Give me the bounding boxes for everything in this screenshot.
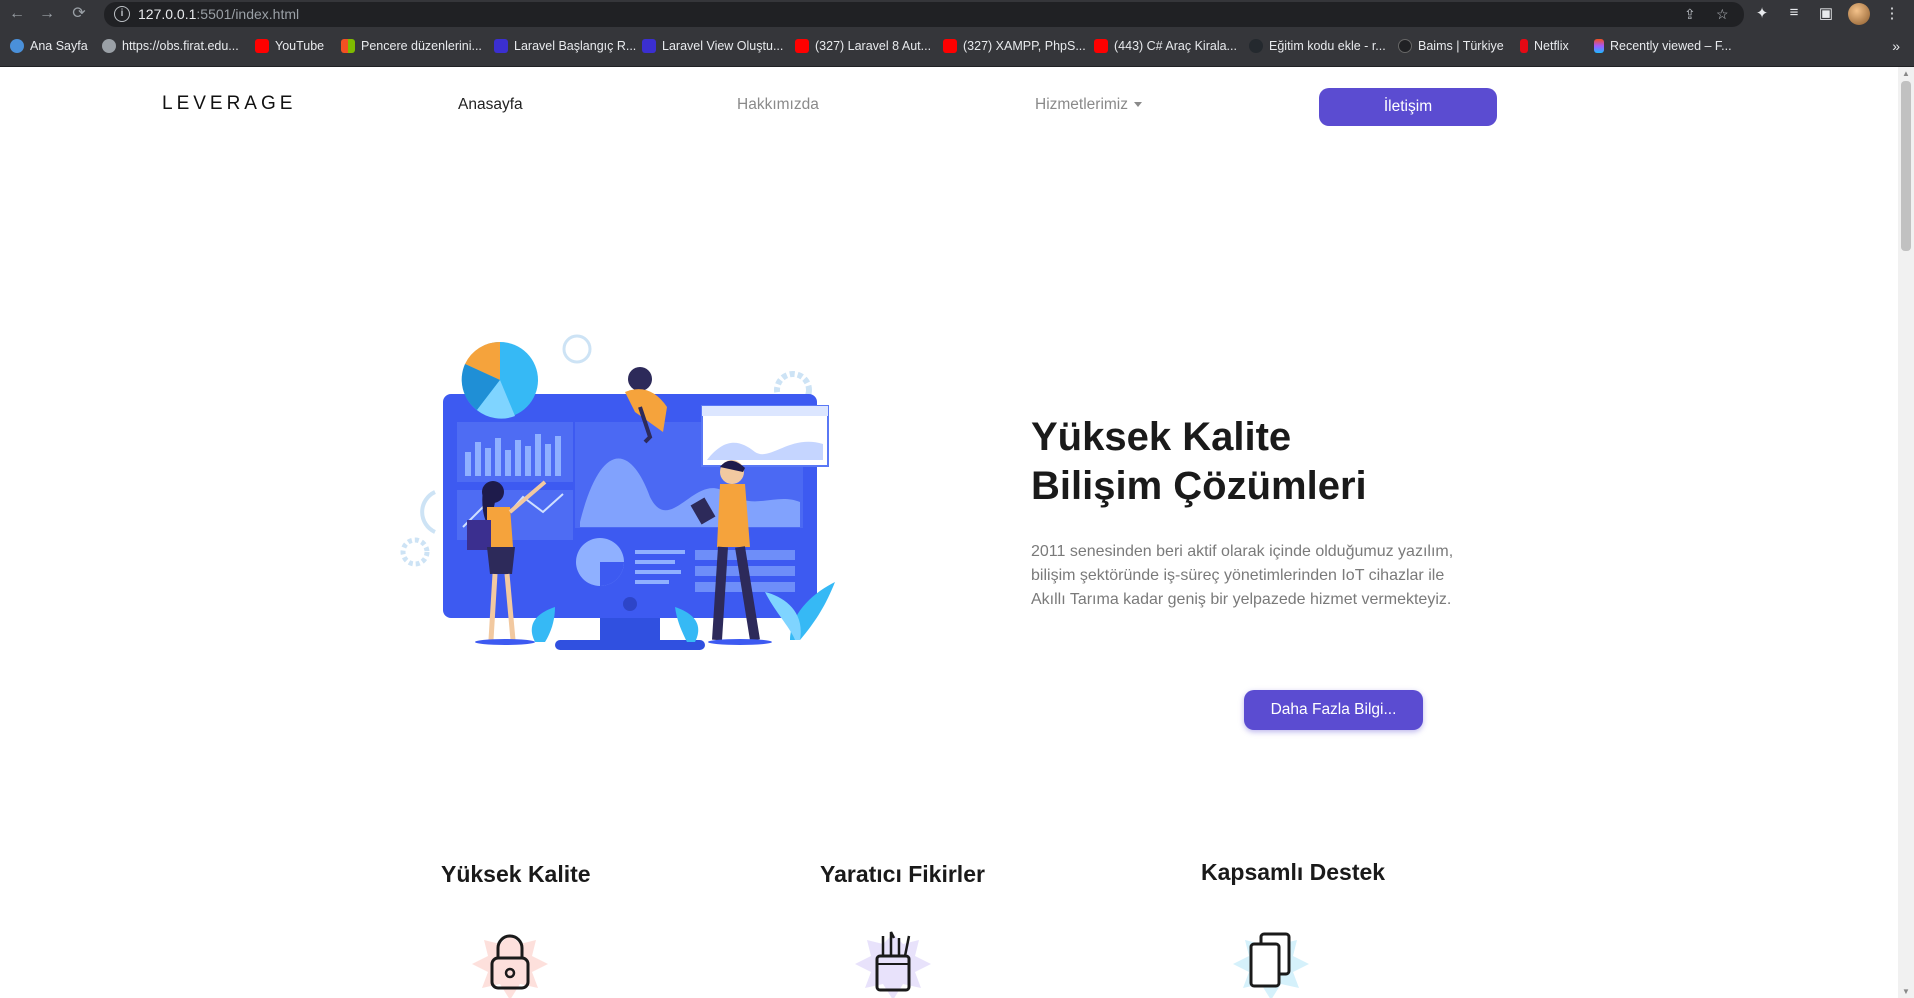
- feature-title: Yüksek Kalite: [441, 861, 591, 887]
- bookmark-label: Baims | Türkiye: [1418, 39, 1504, 53]
- site-logo[interactable]: LEVERAGE: [162, 93, 296, 115]
- bookmark-item[interactable]: https://obs.firat.edu...: [102, 39, 239, 53]
- bookmark-label: Recently viewed – F...: [1610, 39, 1732, 53]
- browser-toolbar: ← → ⟳ i 127.0.0.1:5501/index.html ⇪ ☆ ✦ …: [0, 0, 1914, 29]
- dropdown-caret-icon: [1134, 102, 1142, 108]
- scroll-down-icon[interactable]: ▼: [1902, 987, 1910, 996]
- bookmark-label: (327) Laravel 8 Aut...: [815, 39, 932, 53]
- bookmark-item[interactable]: YouTube: [255, 39, 324, 53]
- youtube-icon: [795, 39, 809, 53]
- bookmark-item[interactable]: Laravel Başlangıç R...: [494, 39, 636, 53]
- floor-shadow: [708, 639, 772, 645]
- hero-illustration: [400, 334, 835, 650]
- nav-item-services-label: Hizmetlerimiz: [1035, 96, 1128, 113]
- contact-button[interactable]: İletişim: [1319, 88, 1497, 126]
- youtube-icon: [255, 39, 269, 53]
- splash-bg: [855, 934, 931, 998]
- site-info-icon[interactable]: i: [114, 6, 130, 22]
- bookmark-label: https://obs.firat.edu...: [122, 39, 239, 53]
- media-queue-icon[interactable]: ≡: [1784, 4, 1804, 21]
- deco-ring: [562, 334, 592, 364]
- globe-icon: [102, 39, 116, 53]
- nav-item-services[interactable]: Hizmetlerimiz: [1035, 96, 1142, 114]
- url-path: :5501/index.html: [196, 6, 300, 22]
- bookmark-item[interactable]: (443) C# Araç Kirala...: [1094, 39, 1237, 53]
- monitor-base: [555, 640, 705, 650]
- feature-title: Yaratıcı Fikirler: [820, 861, 985, 887]
- monitor-stand: [600, 618, 660, 642]
- bookmark-item[interactable]: (327) Laravel 8 Aut...: [795, 39, 931, 53]
- github-icon: [1249, 39, 1263, 53]
- scroll-up-icon[interactable]: ▲: [1902, 69, 1910, 78]
- bookmark-star-icon[interactable]: ☆: [1716, 6, 1729, 23]
- hero-title: Yüksek Kalite Bilişim Çözümleri: [1031, 413, 1367, 511]
- figma-icon: [1594, 39, 1604, 53]
- bookmark-item[interactable]: Recently viewed – F...: [1594, 39, 1732, 53]
- youtube-icon: [1094, 39, 1108, 53]
- profile-avatar[interactable]: [1848, 3, 1870, 25]
- bookmark-label: Pencere düzenlerini...: [361, 39, 482, 53]
- bookmark-item[interactable]: Netflix: [1520, 39, 1569, 53]
- bookmark-item[interactable]: Pencere düzenlerini...: [341, 39, 482, 53]
- bookmark-label: Ana Sayfa: [30, 39, 88, 53]
- youtube-icon: [943, 39, 957, 53]
- hero-title-line1: Yüksek Kalite: [1031, 415, 1292, 459]
- bookmarks-overflow-icon[interactable]: »: [1892, 38, 1900, 54]
- bookmark-favicon: [10, 39, 24, 53]
- pen-holder-icon: [855, 931, 931, 998]
- site-icon: [1398, 39, 1412, 53]
- copy-icon: [1233, 932, 1309, 998]
- bookmark-label: (327) XAMPP, PhpS...: [963, 39, 1086, 53]
- address-bar[interactable]: i 127.0.0.1:5501/index.html ⇪ ☆: [104, 2, 1744, 27]
- site-icon: [642, 39, 656, 53]
- bookmark-label: Laravel View Oluştu...: [662, 39, 784, 53]
- bookmark-item[interactable]: Baims | Türkiye: [1398, 39, 1504, 53]
- scrollbar-thumb[interactable]: [1901, 81, 1911, 251]
- person-skirt: [487, 547, 515, 574]
- bookmark-label: Netflix: [1534, 39, 1569, 53]
- netflix-icon: [1520, 39, 1528, 53]
- monitor-button: [623, 597, 637, 611]
- bookmarks-bar: Ana Sayfa https://obs.firat.edu... YouTu…: [0, 29, 1914, 67]
- page-scrollbar[interactable]: ▲ ▼: [1898, 67, 1914, 998]
- hero-description: 2011 senesinden beri aktif olarak içinde…: [1031, 543, 1454, 608]
- bookmark-item[interactable]: Ana Sayfa: [10, 39, 88, 53]
- bookmark-label: YouTube: [275, 39, 325, 53]
- feature-title: Kapsamlı Destek: [1201, 859, 1386, 885]
- web-page: LEVERAGE Anasayfa Hakkımızda Hizmetlerim…: [0, 67, 1914, 998]
- address-url[interactable]: 127.0.0.1:5501/index.html: [138, 6, 299, 22]
- forward-icon[interactable]: →: [36, 3, 58, 25]
- bookmark-item[interactable]: (327) XAMPP, PhpS...: [943, 39, 1086, 53]
- reload-icon[interactable]: ⟳: [68, 3, 90, 25]
- menu-dots-icon[interactable]: ⋮: [1882, 4, 1902, 22]
- floating-window-bar: [702, 406, 828, 416]
- bookmark-label: (443) C# Araç Kirala...: [1114, 39, 1237, 53]
- url-host: 127.0.0.1: [138, 6, 197, 22]
- yandex-icon: [494, 39, 508, 53]
- nav-item-home[interactable]: Anasayfa: [458, 96, 523, 114]
- share-icon[interactable]: ⇪: [1684, 6, 1696, 23]
- floor-shadow: [475, 639, 535, 645]
- extensions-icon[interactable]: ✦: [1752, 4, 1772, 22]
- nav-item-about[interactable]: Hakkımızda: [737, 96, 819, 114]
- side-panel-icon[interactable]: ▣: [1816, 4, 1836, 22]
- bookmark-item[interactable]: Laravel View Oluştu...: [642, 39, 783, 53]
- bookmark-item[interactable]: Eğitim kodu ekle - r...: [1249, 39, 1386, 53]
- gear-icon: [400, 537, 430, 567]
- bookmark-label: Eğitim kodu ekle - r...: [1269, 39, 1386, 53]
- person-body: [717, 484, 750, 547]
- clipboard: [467, 520, 491, 550]
- back-icon[interactable]: ←: [6, 3, 28, 25]
- bookmark-label: Laravel Başlangıç R...: [514, 39, 637, 53]
- front-page: [1249, 942, 1281, 988]
- learn-more-button[interactable]: Daha Fazla Bilgi...: [1244, 690, 1423, 730]
- microsoft-icon: [341, 39, 355, 53]
- person-head: [628, 367, 652, 391]
- deco-arc: [420, 490, 436, 534]
- lock-icon: [472, 934, 548, 998]
- hero-title-line2: Bilişim Çözümleri: [1031, 464, 1367, 508]
